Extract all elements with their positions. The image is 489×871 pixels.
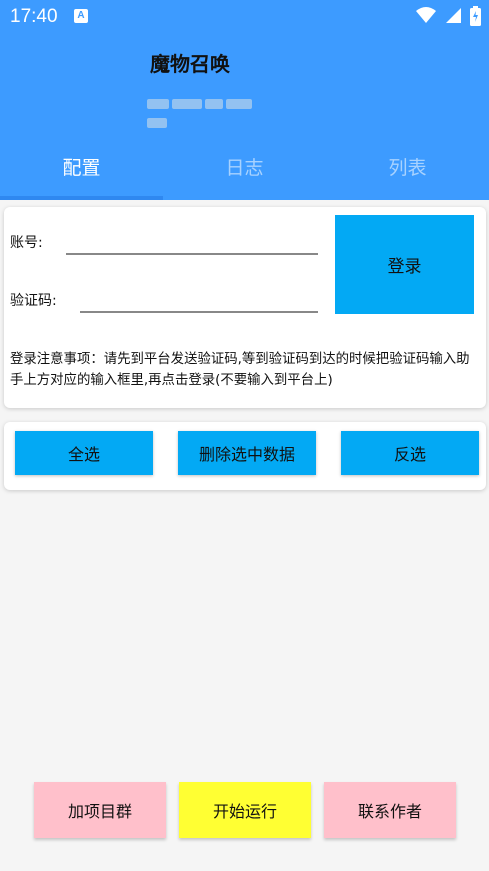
account-label: 账号: [10, 235, 43, 251]
app-title: 魔物召唤 [150, 52, 230, 76]
app-header: 17:40 A 魔物召唤 配置 日志 列表 [0, 0, 489, 200]
contact-author-button[interactable]: 联系作者 [324, 782, 456, 838]
wifi-icon [415, 7, 436, 23]
tab-config[interactable]: 配置 [0, 146, 163, 190]
code-label: 验证码: [10, 293, 57, 309]
tab-log[interactable]: 日志 [163, 146, 326, 190]
tab-list[interactable]: 列表 [326, 146, 489, 190]
join-group-button[interactable]: 加项目群 [34, 782, 166, 838]
tab-bar: 配置 日志 列表 [0, 146, 489, 190]
signal-icon [445, 8, 461, 23]
invert-selection-button[interactable]: 反选 [341, 431, 479, 475]
status-bar: 17:40 A [0, 0, 489, 32]
code-input[interactable] [80, 291, 318, 313]
select-all-button[interactable]: 全选 [15, 431, 153, 475]
obscured-subtitle [147, 94, 275, 128]
battery-icon [470, 6, 481, 26]
login-card: 账号: 验证码: 登录 登录注意事项：请先到平台发送验证码,等到验证码到达的时候… [4, 207, 486, 408]
delete-selected-button[interactable]: 删除选中数据 [178, 431, 316, 475]
notification-a-icon: A [74, 9, 88, 23]
tab-indicator [0, 196, 163, 200]
start-run-button[interactable]: 开始运行 [179, 782, 311, 838]
actions-card: 全选 删除选中数据 反选 [4, 422, 486, 490]
login-note: 登录注意事项：请先到平台发送验证码,等到验证码到达的时候把验证码输入助手上方对应… [10, 352, 470, 388]
login-button[interactable]: 登录 [335, 215, 474, 314]
account-input[interactable] [66, 233, 318, 255]
status-time: 17:40 [10, 6, 58, 27]
status-icons [412, 6, 481, 26]
